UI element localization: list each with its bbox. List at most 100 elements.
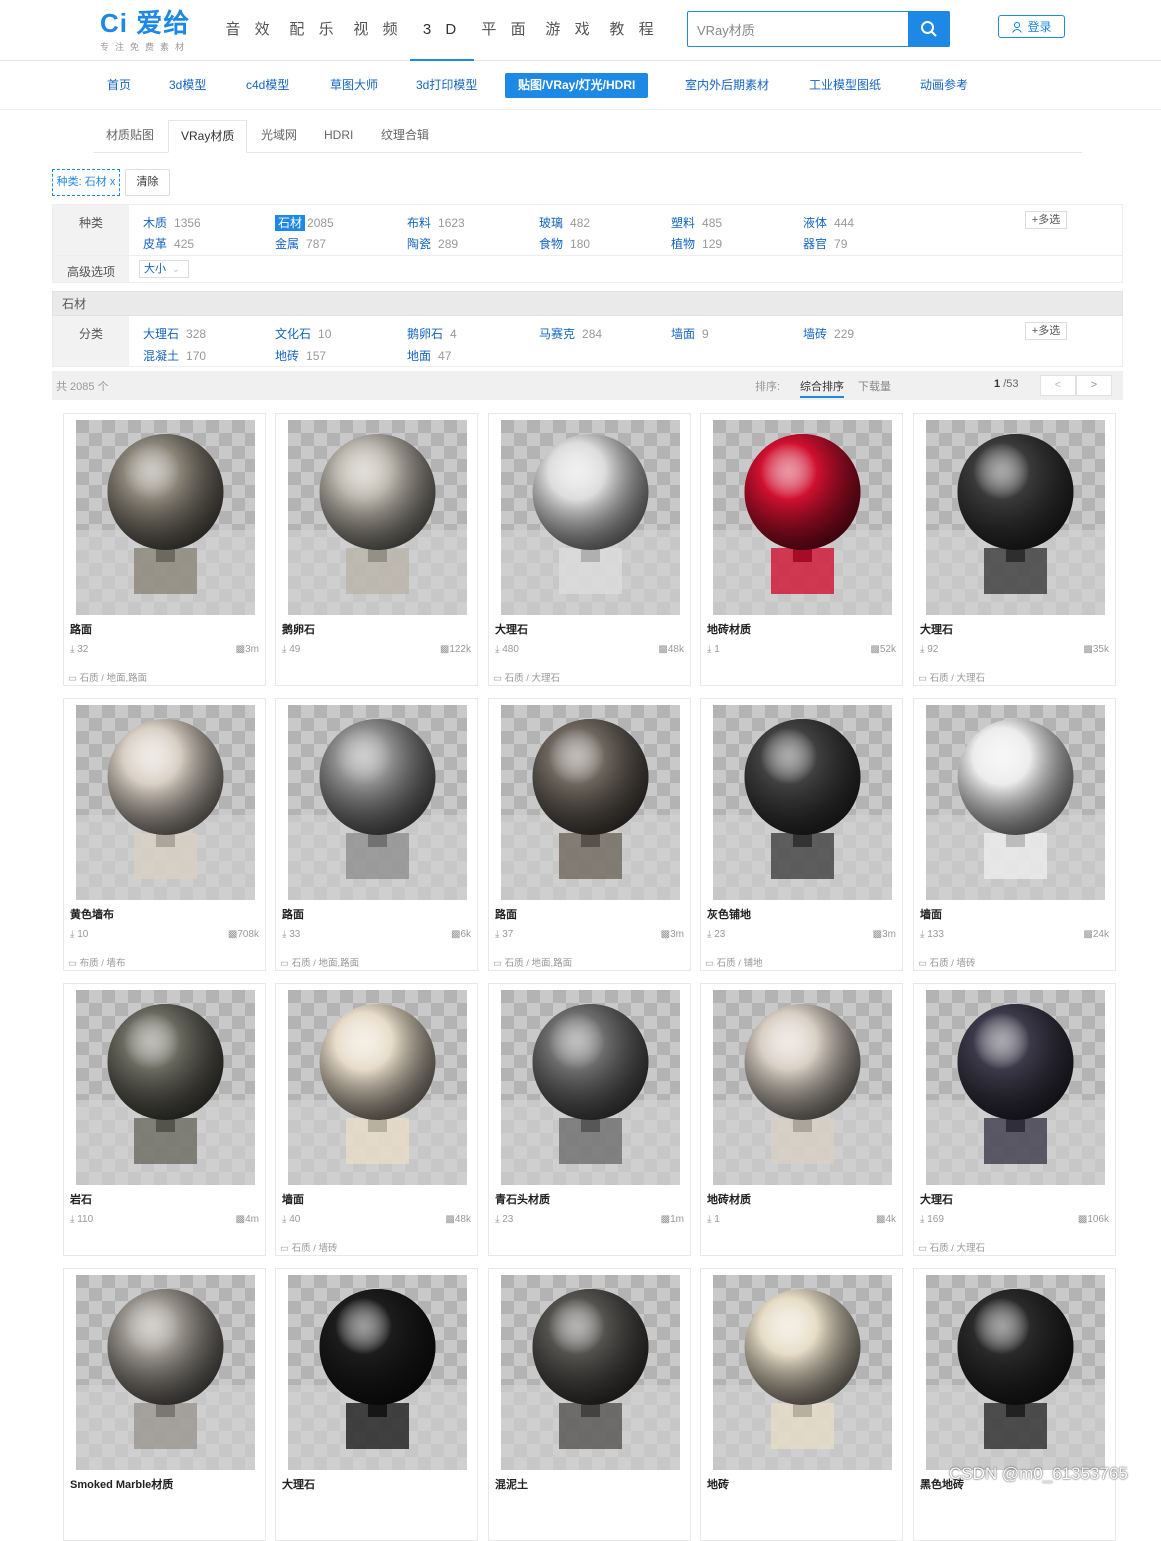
material-title[interactable]: 大理石 xyxy=(920,621,953,637)
material-card[interactable]: 路面 ⤓ 32 ▩3m ▭ 石质 / 地面,路面 xyxy=(63,413,266,686)
material-thumbnail[interactable] xyxy=(76,705,255,900)
material-title[interactable]: 岩石 xyxy=(70,1191,92,1207)
stone-multi-select-button[interactable]: +多选 xyxy=(1025,322,1067,340)
sub-tab[interactable]: 材质贴图 xyxy=(106,120,154,153)
kind-filter-option[interactable]: 布料 1623 xyxy=(407,214,465,231)
sort-default[interactable]: 综合排序 xyxy=(800,378,844,398)
material-thumbnail[interactable] xyxy=(76,1275,255,1470)
kind-filter-option[interactable]: 皮革 425 xyxy=(143,235,194,252)
material-thumbnail[interactable] xyxy=(926,705,1105,900)
stone-category-option[interactable]: 文化石 10 xyxy=(275,325,331,342)
material-thumbnail[interactable] xyxy=(501,1275,680,1470)
main-nav-item[interactable]: 3 D xyxy=(410,0,474,61)
material-tags[interactable]: ▭ 石质 / 大理石 xyxy=(493,670,560,684)
material-card[interactable]: 黄色墙布 ⤓ 10 ▩708k ▭ 布质 / 墙布 xyxy=(63,698,266,971)
category-nav-item[interactable]: 首页 xyxy=(107,73,131,98)
material-card[interactable]: 地砖材质 ⤓ 1 ▩52k xyxy=(700,413,903,686)
material-title[interactable]: 路面 xyxy=(70,621,92,637)
material-title[interactable]: 路面 xyxy=(282,906,304,922)
main-nav-item[interactable]: 配 乐 xyxy=(282,0,346,61)
material-card[interactable]: 路面 ⤓ 37 ▩3m ▭ 石质 / 地面,路面 xyxy=(488,698,691,971)
kind-filter-option[interactable]: 食物 180 xyxy=(539,235,590,252)
material-tags[interactable]: ▭ 石质 / 墙砖 xyxy=(918,955,976,969)
material-thumbnail[interactable] xyxy=(501,420,680,615)
stone-category-option[interactable]: 大理石 328 xyxy=(143,325,206,342)
search-button[interactable] xyxy=(908,11,950,47)
prev-page-button[interactable]: < xyxy=(1040,375,1076,396)
material-thumbnail[interactable] xyxy=(501,990,680,1185)
material-thumbnail[interactable] xyxy=(76,420,255,615)
kind-filter-option[interactable]: 木质 1356 xyxy=(143,214,201,231)
material-tags[interactable]: ▭ 石质 / 大理石 xyxy=(918,1240,985,1254)
kind-filter-option[interactable]: 玻璃 482 xyxy=(539,214,590,231)
sort-downloads[interactable]: 下载量 xyxy=(858,378,891,394)
material-title[interactable]: 墙面 xyxy=(282,1191,304,1207)
kind-filter-option[interactable]: 塑料 485 xyxy=(671,214,722,231)
category-nav-item[interactable]: 工业模型图纸 xyxy=(809,73,881,98)
material-card[interactable]: 灰色铺地 ⤓ 23 ▩3m ▭ 石质 / 铺地 xyxy=(700,698,903,971)
material-title[interactable]: 灰色铺地 xyxy=(707,906,751,922)
kind-filter-option[interactable]: 陶瓷 289 xyxy=(407,235,458,252)
material-thumbnail[interactable] xyxy=(288,990,467,1185)
main-nav-item[interactable]: 音 效 xyxy=(218,0,282,61)
category-nav-item[interactable]: 室内外后期素材 xyxy=(685,73,769,98)
stone-category-option[interactable]: 墙面 9 xyxy=(671,325,709,342)
kind-filter-option[interactable]: 植物 129 xyxy=(671,235,722,252)
material-thumbnail[interactable] xyxy=(288,705,467,900)
kind-filter-option[interactable]: 金属 787 xyxy=(275,235,326,252)
material-title[interactable]: 路面 xyxy=(495,906,517,922)
kind-filter-option[interactable]: 器官 79 xyxy=(803,235,847,252)
material-card[interactable]: 地砖 xyxy=(700,1268,903,1541)
material-title[interactable]: 地砖材质 xyxy=(707,1191,751,1207)
site-logo[interactable]: Ci 爱给 专注免费素材 xyxy=(100,9,190,53)
material-tags[interactable]: ▭ 石质 / 大理石 xyxy=(918,670,985,684)
material-title[interactable]: 地砖 xyxy=(707,1476,729,1492)
material-card[interactable]: 墙面 ⤓ 40 ▩48k ▭ 石质 / 墙砖 xyxy=(275,983,478,1256)
material-thumbnail[interactable] xyxy=(288,420,467,615)
material-thumbnail[interactable] xyxy=(926,1275,1105,1470)
category-nav-item[interactable]: 贴图/VRay/灯光/HDRI xyxy=(505,73,649,98)
material-card[interactable]: 混泥土 xyxy=(488,1268,691,1541)
category-nav-item[interactable]: 3d打印模型 xyxy=(416,73,477,98)
material-title[interactable]: 大理石 xyxy=(920,1191,953,1207)
material-title[interactable]: 地砖材质 xyxy=(707,621,751,637)
material-card[interactable]: 墙面 ⤓ 133 ▩24k ▭ 石质 / 墙砖 xyxy=(913,698,1116,971)
category-nav-item[interactable]: 3d模型 xyxy=(169,73,206,98)
material-card[interactable]: 青石头材质 ⤓ 23 ▩1m xyxy=(488,983,691,1256)
material-card[interactable]: 大理石 ⤓ 169 ▩106k ▭ 石质 / 大理石 xyxy=(913,983,1116,1256)
category-nav-item[interactable]: c4d模型 xyxy=(246,73,289,98)
stone-category-option[interactable]: 地面 47 xyxy=(407,347,451,364)
main-nav-item[interactable]: 平 面 xyxy=(474,0,538,61)
stone-category-option[interactable]: 混凝土 170 xyxy=(143,347,206,364)
material-thumbnail[interactable] xyxy=(76,990,255,1185)
material-title[interactable]: Smoked Marble材质 xyxy=(70,1476,173,1492)
material-thumbnail[interactable] xyxy=(713,705,892,900)
material-card[interactable]: 岩石 ⤓ 110 ▩4m xyxy=(63,983,266,1256)
sub-tab[interactable]: VRay材质 xyxy=(168,120,248,153)
material-thumbnail[interactable] xyxy=(713,420,892,615)
material-tags[interactable]: ▭ 石质 / 地面,路面 xyxy=(68,670,147,684)
material-card[interactable]: 大理石 ⤓ 92 ▩35k ▭ 石质 / 大理石 xyxy=(913,413,1116,686)
material-thumbnail[interactable] xyxy=(288,1275,467,1470)
material-tags[interactable]: ▭ 石质 / 铺地 xyxy=(705,955,763,969)
material-title[interactable]: 墙面 xyxy=(920,906,942,922)
material-title[interactable]: 鹅卵石 xyxy=(282,621,315,637)
material-title[interactable]: 青石头材质 xyxy=(495,1191,550,1207)
material-card[interactable]: Smoked Marble材质 xyxy=(63,1268,266,1541)
material-title[interactable]: 黄色墙布 xyxy=(70,906,114,922)
material-card[interactable]: 地砖材质 ⤓ 1 ▩4k xyxy=(700,983,903,1256)
size-select[interactable]: 大小 ⌄ xyxy=(139,260,189,278)
material-tags[interactable]: ▭ 石质 / 墙砖 xyxy=(280,1240,338,1254)
kind-filter-option[interactable]: 石材 2085 xyxy=(275,214,334,231)
stone-category-option[interactable]: 鹅卵石 4 xyxy=(407,325,457,342)
material-tags[interactable]: ▭ 石质 / 地面,路面 xyxy=(280,955,359,969)
material-tags[interactable]: ▭ 布质 / 墙布 xyxy=(68,955,126,969)
sub-tab[interactable]: 纹理合辑 xyxy=(381,120,429,153)
material-card[interactable]: 黑色地砖 xyxy=(913,1268,1116,1541)
kind-multi-select-button[interactable]: +多选 xyxy=(1025,211,1067,229)
login-button[interactable]: 登录 xyxy=(998,15,1065,38)
material-thumbnail[interactable] xyxy=(501,705,680,900)
kind-filter-option[interactable]: 液体 444 xyxy=(803,214,854,231)
material-thumbnail[interactable] xyxy=(713,990,892,1185)
category-nav-item[interactable]: 草图大师 xyxy=(330,73,378,98)
